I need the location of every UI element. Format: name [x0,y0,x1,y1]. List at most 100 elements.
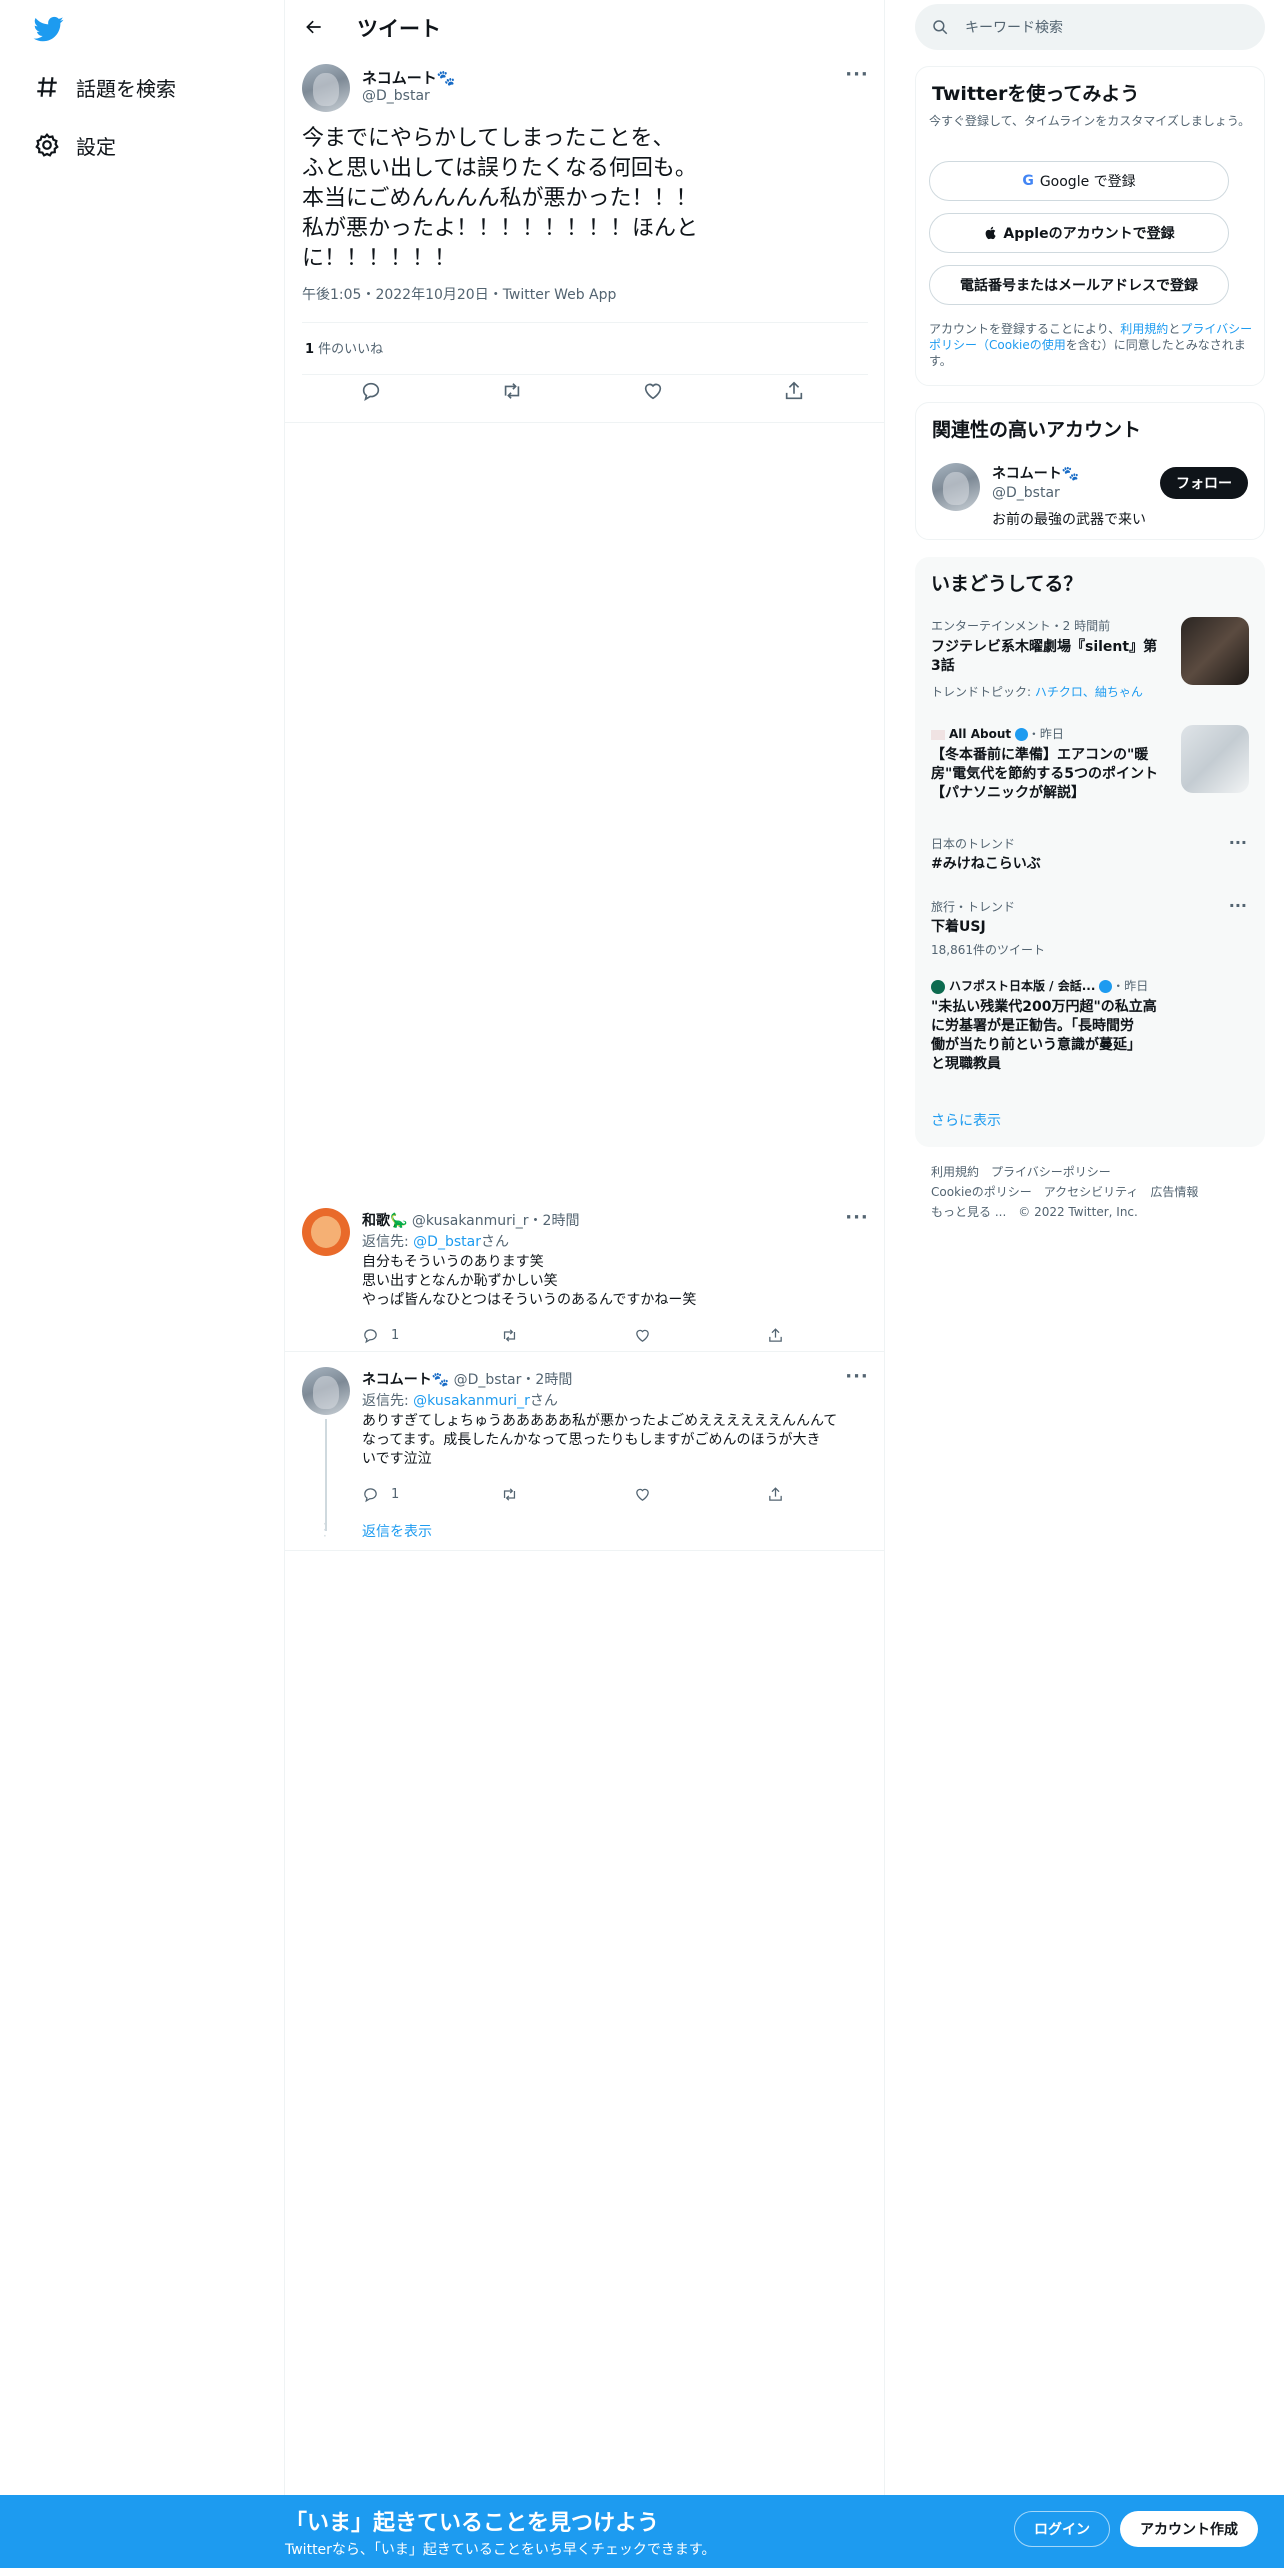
avatar[interactable] [932,463,980,511]
retweet-icon[interactable] [501,1484,518,1504]
footer-link[interactable]: アクセシビリティ [1044,1185,1139,1199]
share-icon[interactable] [767,1484,784,1504]
trend-source: ハフポスト日本版 / 会話... ・昨日 [931,977,1148,994]
trends-title: いまどうしてる？ [931,573,1083,595]
reply-icon [364,1328,377,1343]
related-bio: お前の最強の武器で来い [992,512,1146,528]
divider [285,1550,885,1551]
tweet-author-name[interactable]: ネコムート🐾 [362,67,455,88]
reply-author-handle[interactable]: @kusakanmuri_r [412,1213,529,1229]
trend-title: #みけねこらいぶ [931,856,1041,872]
trend-category: エンターテインメント・2 時間前 [931,619,1111,633]
thread-line [325,1419,327,1531]
replying-to: 返信先: @kusakanmuri_rさん [362,1393,558,1409]
tweet-actions [285,380,885,416]
create-account-button[interactable]: アカウント作成 [1120,2511,1258,2547]
avatar[interactable] [302,64,350,112]
phone-email-signup-button[interactable]: 電話番号またはメールアドレスで登録 [929,265,1229,305]
bottom-bar-title: 「いま」起きていることを見つけよう [285,2511,660,2536]
share-icon[interactable] [767,1325,784,1345]
mention-link[interactable]: @kusakanmuri_r [413,1393,530,1409]
show-replies-link[interactable]: 返信を表示 [362,1521,432,1541]
retweet-icon[interactable] [501,1325,518,1345]
footer-link[interactable]: 利用規約 [931,1165,979,1179]
thread-dots: · · · [323,1517,327,1543]
related-accounts-card: 関連性の高いアカウント ネコムート🐾 @D_bstar お前の最強の武器で来い … [915,402,1265,540]
search-box[interactable]: キーワード検索 [915,4,1265,50]
page-title: ツイート [357,17,441,41]
reply-author-handle[interactable]: @D_bstar [454,1372,522,1388]
google-signup-button[interactable]: G Google で登録 [929,161,1229,201]
mention-link[interactable]: @D_bstar [413,1234,481,1250]
avatar[interactable] [302,1208,350,1256]
trend-title: "未払い残業代200万円超"の私立高 に労基署が是正勧告。「長時間労 働が当たり… [931,999,1157,1072]
tweet-text: 今までにやらかしてしまったことを、 ふと思い出しては誤りたくなる何回も。 本当に… [302,126,699,271]
related-name[interactable]: ネコムート🐾 [992,463,1079,483]
follow-button[interactable]: フォロー [1160,467,1248,499]
trend-item[interactable]: エンターテインメント・2 時間前 フジテレビ系木曜劇場『silent』第 3話 … [915,617,1265,713]
reply-time[interactable]: ・2時間 [529,1213,580,1229]
twitter-logo-icon[interactable] [32,14,66,44]
verified-icon [1099,980,1113,993]
share-icon[interactable] [783,380,807,404]
google-icon: G [1022,173,1034,189]
verified-icon [1014,728,1028,741]
source-logo-icon [931,979,945,994]
related-handle[interactable]: @D_bstar [992,485,1060,501]
reply-icon[interactable] [360,380,384,404]
reply-author-line: ネコムート🐾 @D_bstar・2時間 [362,1369,572,1389]
reply-tweet[interactable]: ネコムート🐾 @D_bstar・2時間 ··· 返信先: @kusakanmur… [285,1359,885,1551]
reply-count: 1 [391,1327,400,1343]
likes-count[interactable]: 1 件のいいね [305,338,383,357]
bottom-signup-bar: 「いま」起きていることを見つけよう Twitterなら、「いま」起きていることを… [0,2495,1284,2568]
retweet-icon[interactable] [501,380,525,404]
more-icon[interactable]: ··· [845,66,869,88]
more-icon[interactable]: ··· [845,1209,869,1231]
reply-button[interactable]: 1 [362,1325,399,1345]
nav-item-settings[interactable]: 設定 [30,125,116,165]
search-input[interactable]: キーワード検索 [965,17,1063,37]
bottom-bar-subtitle: Twitterなら、「いま」起きていることをいち早くチェックできます。 [285,2542,716,2558]
footer-link[interactable]: プライバシーポリシー [991,1165,1111,1179]
tweet-author-handle[interactable]: @D_bstar [362,88,430,104]
reply-time[interactable]: ・2時間 [521,1372,572,1388]
reply-text: 自分もそういうのあります笑 思い出すとなんか恥ずかしい笑 やっぱ皆んなひとつはそ… [362,1254,697,1308]
reply-button[interactable]: 1 [362,1484,399,1504]
more-icon[interactable]: ··· [1229,833,1247,852]
trend-item[interactable]: 旅行・トレンド 下着USJ 18,861件のツイート ··· [915,894,1265,960]
apple-signup-button[interactable]: Appleのアカウントで登録 [929,213,1229,253]
like-icon[interactable] [642,380,666,404]
main-header: ツイート [285,0,885,54]
show-more-link[interactable]: さらに表示 [931,1110,1001,1130]
more-icon[interactable]: ··· [1229,896,1247,915]
login-button[interactable]: ログイン [1014,2511,1110,2547]
more-icon[interactable]: ··· [845,1368,869,1390]
trend-item[interactable]: All About ・昨日 【冬本番前に準備】エアコンの"暖 房"電気代を節約す… [915,725,1265,825]
trend-title: 下着USJ [931,919,986,935]
footer-link[interactable]: 広告情報 [1150,1185,1198,1199]
nav-item-label: 話題を検索 [76,76,176,101]
footer-link[interactable]: もっと見る ... [931,1205,1006,1219]
gear-icon [30,128,64,162]
source-logo-icon [931,729,945,740]
trend-item[interactable]: ハフポスト日本版 / 会話... ・昨日 "未払い残業代200万円超"の私立高 … [915,975,1265,1087]
nav-item-explore[interactable]: 話題を検索 [30,67,176,107]
signup-title: Twitterを使ってみよう [932,83,1140,105]
trend-item[interactable]: 日本のトレンド #みけねこらいぶ ··· [915,831,1265,881]
terms-link[interactable]: 利用規約 [1120,322,1168,336]
reply-tweet[interactable]: 和歌🦕 @kusakanmuri_r・2時間 ··· 返信先: @D_bstar… [285,1200,885,1352]
footer-links: 利用規約 プライバシーポリシー Cookieのポリシー アクセシビリティ 広告情報 も… [931,1162,1261,1222]
back-arrow-icon[interactable] [299,12,329,42]
footer-link[interactable]: Cookieのポリシー [931,1185,1032,1199]
left-nav: 話題を検索 設定 [0,0,285,2568]
apple-icon [986,226,997,240]
tweet-timestamp[interactable]: 午後1:05・2022年10月20日・Twitter Web App [302,284,616,304]
reply-author-name[interactable]: ネコムート🐾 [362,1372,449,1388]
like-icon[interactable] [634,1325,651,1345]
divider [302,374,868,375]
search-icon [933,20,948,35]
like-icon[interactable] [634,1484,651,1504]
nav-item-label: 設定 [76,134,116,159]
reply-author-name[interactable]: 和歌🦕 [362,1213,407,1229]
avatar[interactable] [302,1367,350,1415]
